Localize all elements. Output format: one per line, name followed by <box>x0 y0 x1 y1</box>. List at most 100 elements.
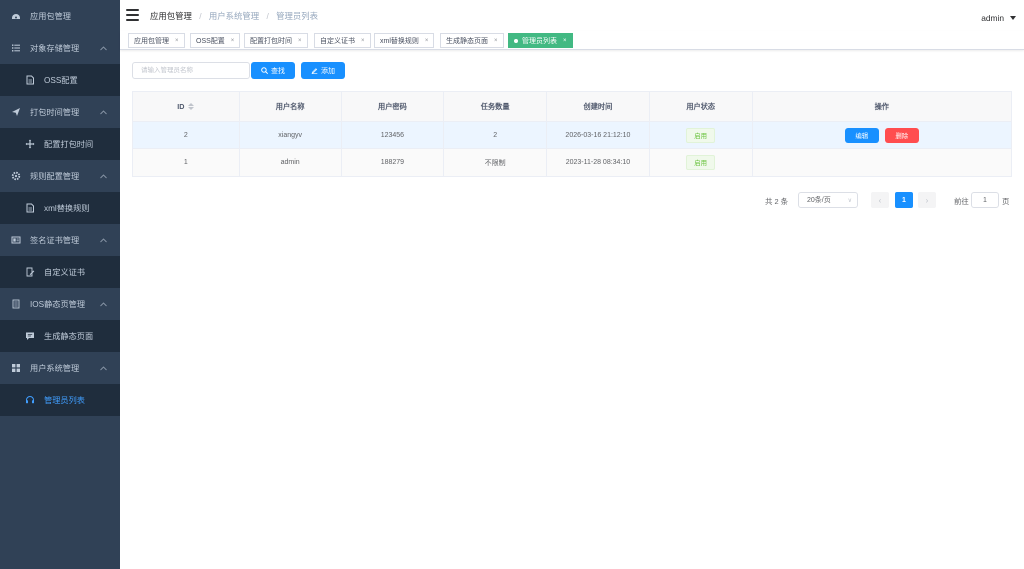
search-icon <box>261 67 268 74</box>
column-header-0[interactable]: ID <box>133 92 240 121</box>
sidebar-item-label: OSS配置 <box>44 76 78 85</box>
sidebar-item-label: 对象存储管理 <box>30 44 80 53</box>
sidebar-item-label: 配置打包时间 <box>44 140 94 149</box>
close-icon[interactable]: × <box>361 38 365 44</box>
cell-status: 启用 <box>650 122 753 148</box>
cell-id: 1 <box>133 149 240 176</box>
cell-id: 2 <box>133 122 240 148</box>
cell-task-count: 2 <box>444 122 548 148</box>
close-icon[interactable]: × <box>175 38 179 44</box>
column-header-label: 任务数量 <box>480 101 510 111</box>
grid-icon <box>10 362 22 374</box>
sidebar-item-label: 生成静态页面 <box>44 332 94 341</box>
close-icon[interactable]: × <box>231 38 235 44</box>
breadcrumb: 应用包管理 / 用户系统管理 / 管理员列表 <box>150 10 318 22</box>
tag-label: 应用包管理 <box>134 37 169 45</box>
edit-button[interactable]: 编辑 <box>844 127 879 143</box>
column-header-2: 用户密码 <box>342 92 445 121</box>
sidebar-item-label: IOS静态页管理 <box>30 300 86 309</box>
chevron-down-icon: ∨ <box>847 198 852 204</box>
breadcrumb-separator: / <box>199 11 202 21</box>
column-header-label: 操作 <box>874 101 889 111</box>
sidebar-menu-11[interactable]: 用户系统管理 <box>0 352 120 384</box>
caret-down-icon <box>1010 16 1016 20</box>
column-header-label: 用户状态 <box>686 101 716 111</box>
hamburger-menu-icon[interactable] <box>126 9 139 21</box>
sidebar-item-8[interactable]: 自定义证书 <box>0 256 120 288</box>
cell-task-count: 不限制 <box>444 149 548 176</box>
sidebar-menu-1[interactable]: 对象存储管理 <box>0 32 120 64</box>
sidebar-menu-3[interactable]: 打包时间管理 <box>0 96 120 128</box>
sidebar-menu-5[interactable]: 规则配置管理 <box>0 160 120 192</box>
sidebar-item-label: 应用包管理 <box>30 12 71 21</box>
breadcrumb-item-app-package[interactable]: 应用包管理 <box>150 11 192 21</box>
sidebar-item-label: 管理员列表 <box>44 396 85 405</box>
admin-name-search-input[interactable] <box>132 62 250 79</box>
tag-0[interactable]: 应用包管理 × <box>128 33 185 48</box>
certificate-icon <box>10 234 22 246</box>
chevron-up-icon <box>98 107 108 117</box>
cell-username: xiangyv <box>240 122 342 148</box>
sidebar-menu-0[interactable]: 应用包管理 <box>0 0 120 32</box>
goto-suffix: 页 <box>1002 197 1010 206</box>
tag-label: OSS配置 <box>196 37 225 45</box>
table-header: ID 用户名称 用户密码 任务数量 创建时间 用户状态 操作 <box>133 92 1011 122</box>
document-icon <box>24 74 36 86</box>
user-dropdown[interactable]: admin <box>981 13 1016 23</box>
paper-plane-icon <box>10 106 22 118</box>
chevron-right-icon: › <box>925 195 929 205</box>
prev-page-button[interactable]: ‹ <box>871 192 889 208</box>
column-header-3: 任务数量 <box>444 92 548 121</box>
page-size-value: 20条/页 <box>807 197 831 204</box>
gear-icon <box>10 170 22 182</box>
sidebar-menu-9[interactable]: IOS静态页管理 <box>0 288 120 320</box>
close-icon[interactable]: × <box>563 38 567 44</box>
tag-label: xml替换规则 <box>380 37 419 45</box>
column-header-label: 用户密码 <box>378 101 407 111</box>
headset-icon <box>24 394 36 406</box>
sidebar-item-label: 规则配置管理 <box>30 172 80 181</box>
add-button[interactable]: 添加 <box>301 62 345 79</box>
cell-password: 123456 <box>342 122 445 148</box>
tag-label: 管理员列表 <box>522 37 557 45</box>
admin-table: ID 用户名称 用户密码 任务数量 创建时间 用户状态 操作 2 xiangyv 12345… <box>132 91 1012 177</box>
search-button[interactable]: 查找 <box>251 62 295 79</box>
close-icon[interactable]: × <box>494 38 498 44</box>
tag-2[interactable]: 配置打包时间 × <box>244 33 308 48</box>
tag-3[interactable]: 自定义证书 × <box>314 33 371 48</box>
page-size-select[interactable]: 20条/页 ∨ <box>798 192 858 208</box>
sidebar-item-label: 打包时间管理 <box>30 108 80 117</box>
sidebar-menu-7[interactable]: 签名证书管理 <box>0 224 120 256</box>
next-page-button[interactable]: › <box>918 192 936 208</box>
tag-label: 生成静态页面 <box>446 37 488 45</box>
username-label: admin <box>981 13 1004 23</box>
breadcrumb-item-admin-list: 管理员列表 <box>276 11 318 21</box>
edit-document-icon <box>24 266 36 278</box>
delete-button[interactable]: 删除 <box>884 127 919 143</box>
table-row[interactable]: 2 xiangyv 123456 2 2026-03-16 21:12:10 启… <box>133 122 1011 149</box>
tag-label: 自定义证书 <box>320 37 355 45</box>
page-number-button[interactable]: 1 <box>895 192 913 208</box>
close-icon[interactable]: × <box>298 38 302 44</box>
search-button-label: 查找 <box>271 67 285 75</box>
column-header-label: 用户名称 <box>275 101 305 111</box>
sidebar-item-12[interactable]: 管理员列表 <box>0 384 120 416</box>
pagination-total: 共 2 条 <box>765 197 788 206</box>
cell-status: 启用 <box>650 149 753 176</box>
message-icon <box>24 330 36 342</box>
chevron-up-icon <box>98 235 108 245</box>
goto-page-input[interactable] <box>971 192 999 208</box>
tag-5[interactable]: 生成静态页面 × <box>440 33 504 48</box>
sidebar-item-4[interactable]: 配置打包时间 <box>0 128 120 160</box>
tag-1[interactable]: OSS配置 × <box>190 33 241 48</box>
sidebar-item-10[interactable]: 生成静态页面 <box>0 320 120 352</box>
table-row[interactable]: 1 admin 188279 不限制 2023-11-28 08:34:10 启… <box>133 149 1011 176</box>
tag-label: 配置打包时间 <box>250 37 292 45</box>
sidebar-item-2[interactable]: OSS配置 <box>0 64 120 96</box>
sort-icon[interactable] <box>188 103 195 110</box>
tag-4[interactable]: xml替换规则 × <box>374 33 435 48</box>
chevron-up-icon <box>98 43 108 53</box>
close-icon[interactable]: × <box>425 38 429 44</box>
tag-6[interactable]: 管理员列表 × <box>508 33 573 48</box>
chevron-up-icon <box>98 171 108 181</box>
